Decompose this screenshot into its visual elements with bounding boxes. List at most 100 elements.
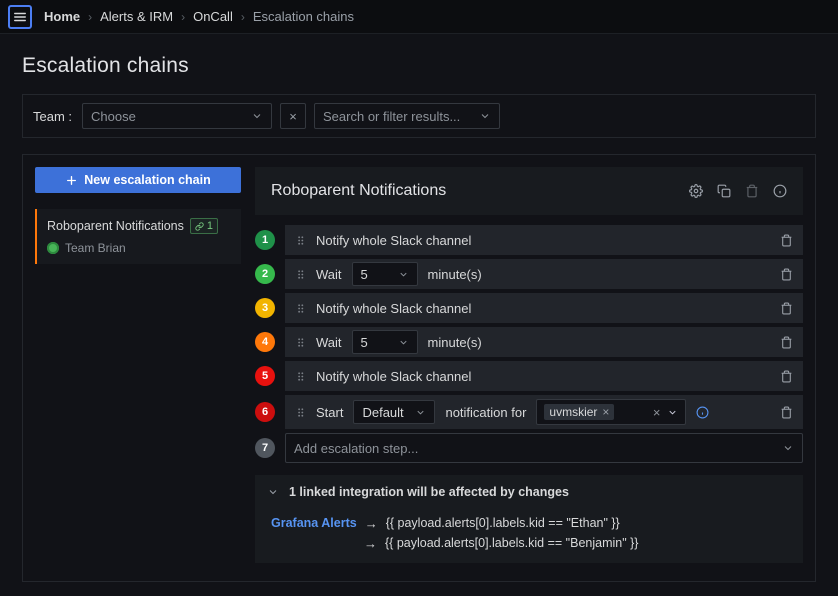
escalation-chains-panel: New escalation chain Roboparent Notifica…	[22, 154, 816, 582]
drag-handle-icon[interactable]	[295, 336, 306, 349]
linked-integrations-panel: 1 linked integration will be affected by…	[255, 475, 803, 563]
team-select[interactable]: Choose	[82, 103, 272, 129]
new-escalation-chain-button[interactable]: New escalation chain	[35, 167, 241, 193]
delete-step-icon[interactable]	[780, 336, 793, 349]
step-number-badge: 5	[255, 366, 275, 386]
breadcrumb-home[interactable]: Home	[44, 9, 80, 24]
step-label-suffix: minute(s)	[428, 267, 482, 282]
chain-team-name: Team Brian	[65, 241, 126, 255]
breadcrumb-separator: ›	[241, 10, 245, 24]
team-filter-label: Team :	[33, 109, 72, 124]
step-number-badge: 2	[255, 264, 275, 284]
add-escalation-step-placeholder: Add escalation step...	[294, 441, 418, 456]
info-icon[interactable]	[773, 184, 787, 198]
drag-handle-icon[interactable]	[295, 406, 306, 419]
step-label: Wait	[316, 335, 342, 350]
clear-team-filter-button[interactable]: ×	[280, 103, 306, 129]
step-label-suffix: minute(s)	[428, 335, 482, 350]
drag-handle-icon[interactable]	[295, 370, 306, 383]
step-row: Wait 5 minute(s)	[285, 327, 803, 357]
route-expression: {{ payload.alerts[0].labels.kid == "Benj…	[385, 536, 639, 550]
chevron-down-icon	[267, 486, 279, 498]
top-nav: Home › Alerts & IRM › OnCall › Escalatio…	[0, 0, 838, 34]
delete-step-icon[interactable]	[780, 370, 793, 383]
linked-count: 1	[207, 220, 213, 232]
escalation-step-4: 4 Wait 5 minute(s)	[255, 327, 803, 357]
menu-button[interactable]	[8, 5, 32, 29]
step-label: Notify whole Slack channel	[316, 233, 471, 248]
delete-step-icon[interactable]	[780, 234, 793, 247]
chain-name: Roboparent Notifications	[47, 219, 184, 233]
breadcrumb: Home › Alerts & IRM › OnCall › Escalatio…	[44, 9, 354, 24]
breadcrumb-alerts-irm[interactable]: Alerts & IRM	[100, 9, 173, 24]
linked-integrations-body: Grafana Alerts → {{ payload.alerts[0].la…	[255, 509, 803, 563]
route-arrow: →	[364, 536, 377, 551]
step-label: Notify whole Slack channel	[316, 369, 471, 384]
important-info-icon[interactable]	[696, 406, 709, 419]
new-escalation-chain-label: New escalation chain	[84, 173, 210, 187]
step-label: Start	[316, 405, 343, 420]
search-filter-select[interactable]: Search or filter results...	[314, 103, 500, 129]
delete-chain-icon[interactable]	[745, 184, 759, 198]
chain-detail-header: Roboparent Notifications	[255, 167, 803, 215]
team-avatar	[47, 242, 59, 254]
notify-users-multiselect[interactable]: uvmskier × ×	[536, 399, 686, 425]
step-number-badge: 3	[255, 298, 275, 318]
hamburger-icon	[13, 10, 27, 24]
escalation-step-2: 2 Wait 5 minute(s)	[255, 259, 803, 289]
wait-duration-select[interactable]: 5	[352, 330, 418, 354]
step-label: Notify whole Slack channel	[316, 301, 471, 316]
wait-duration-value: 5	[361, 267, 368, 282]
copy-icon[interactable]	[717, 184, 731, 198]
step-number-badge: 6	[255, 402, 275, 422]
team-select-value: Choose	[91, 109, 136, 124]
escalation-step-6: 6 Start Default notification for uvmskie…	[255, 395, 803, 429]
chevron-down-icon	[398, 269, 409, 280]
page-title: Escalation chains	[22, 54, 816, 78]
step-row: Wait 5 minute(s)	[285, 259, 803, 289]
chevron-down-icon	[782, 442, 794, 454]
chain-list-item[interactable]: Roboparent Notifications 1 Team Brian	[35, 209, 241, 264]
escalation-steps-list: 1 Notify whole Slack channel 2 Wait	[255, 225, 803, 463]
integration-link[interactable]: Grafana Alerts	[271, 516, 357, 530]
step-row: Notify whole Slack channel	[285, 361, 803, 391]
escalation-step-7: 7 Add escalation step...	[255, 433, 803, 463]
route-arrow: →	[365, 516, 378, 531]
delete-step-icon[interactable]	[780, 302, 793, 315]
step-number-badge: 1	[255, 230, 275, 250]
plus-icon	[65, 174, 78, 187]
chevron-down-icon	[479, 110, 491, 122]
step-row: Start Default notification for uvmskier …	[285, 395, 803, 429]
selected-user-tag: uvmskier ×	[544, 404, 614, 420]
escalation-step-3: 3 Notify whole Slack channel	[255, 293, 803, 323]
add-escalation-step-select[interactable]: Add escalation step...	[285, 433, 803, 463]
escalation-step-5: 5 Notify whole Slack channel	[255, 361, 803, 391]
settings-icon[interactable]	[689, 184, 703, 198]
step-number-badge: 4	[255, 332, 275, 352]
breadcrumb-separator: ›	[88, 10, 92, 24]
remove-user-tag-button[interactable]: ×	[602, 405, 609, 419]
linked-integrations-badge: 1	[190, 218, 218, 234]
breadcrumb-separator: ›	[181, 10, 185, 24]
wait-duration-value: 5	[361, 335, 368, 350]
breadcrumb-oncall[interactable]: OnCall	[193, 9, 233, 24]
drag-handle-icon[interactable]	[295, 268, 306, 281]
clear-users-button[interactable]: ×	[653, 405, 661, 420]
escalation-step-1: 1 Notify whole Slack channel	[255, 225, 803, 255]
notification-type-select[interactable]: Default	[353, 400, 435, 424]
step-row: Notify whole Slack channel	[285, 293, 803, 323]
chain-detail-title: Roboparent Notifications	[271, 182, 446, 200]
filter-bar: Team : Choose × Search or filter results…	[22, 94, 816, 138]
search-filter-placeholder: Search or filter results...	[323, 109, 460, 124]
selected-user-name: uvmskier	[549, 405, 597, 419]
chevron-down-icon	[667, 407, 678, 418]
linked-integrations-toggle[interactable]: 1 linked integration will be affected by…	[255, 475, 803, 509]
delete-step-icon[interactable]	[780, 268, 793, 281]
linked-integrations-summary: 1 linked integration will be affected by…	[289, 485, 569, 499]
drag-handle-icon[interactable]	[295, 234, 306, 247]
link-icon	[195, 222, 204, 231]
step-label-mid: notification for	[445, 405, 526, 420]
delete-step-icon[interactable]	[780, 406, 793, 419]
wait-duration-select[interactable]: 5	[352, 262, 418, 286]
drag-handle-icon[interactable]	[295, 302, 306, 315]
